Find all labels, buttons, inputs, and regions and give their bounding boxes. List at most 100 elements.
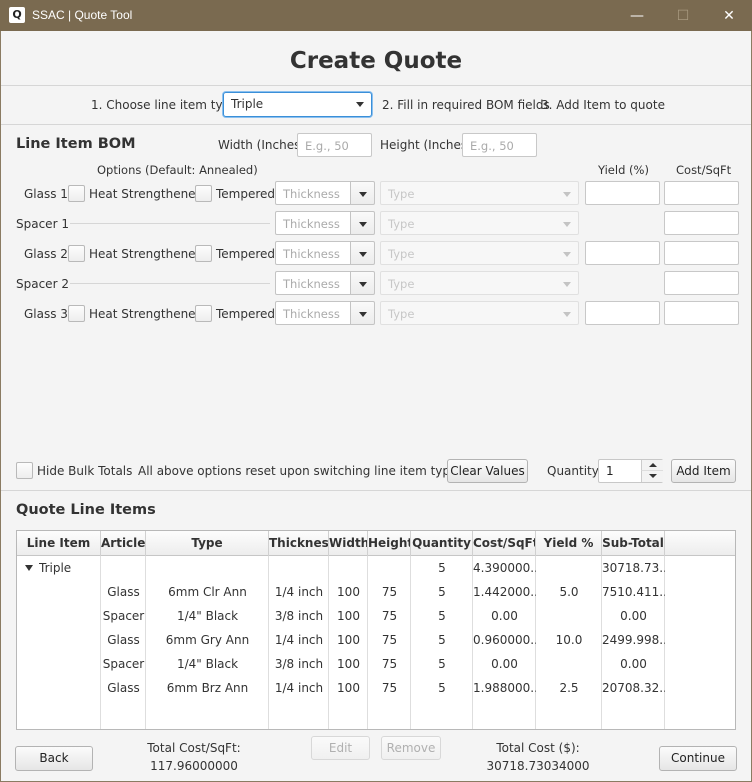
quantity-decrement-button[interactable] [641,471,663,482]
bom-row-label: Glass 3 [24,307,68,321]
table-cell: 5 [438,633,446,647]
column-header[interactable]: Sub-Total [602,531,665,556]
yield-input[interactable] [585,301,660,325]
table-cell: Spacer [102,657,145,671]
table-cell: 6mm Clr Ann [168,585,247,599]
chevron-down-icon [359,252,367,257]
thickness-dropdown-button[interactable] [351,241,375,265]
table-cell: Triple [39,561,72,575]
thickness-select[interactable]: Thickness [275,181,375,205]
thickness-select[interactable]: Thickness [275,241,375,265]
table-row[interactable]: Spacer 1/4" Black 3/8 inch 100 75 5 0.00 0.00 [17,604,735,628]
table-cell: 75 [381,657,398,671]
tempered-checkbox[interactable] [195,305,212,322]
table-cell [368,556,411,580]
type-select[interactable]: Type [380,211,579,235]
table-row[interactable]: Glass 6mm Gry Ann 1/4 inch 100 75 5 0.960000..… [17,628,735,652]
window-title: SSAC | Quote Tool [32,8,133,22]
width-input[interactable]: E.g., 50 [297,133,372,157]
height-input[interactable]: E.g., 50 [462,133,537,157]
column-header[interactable]: Line Item [17,531,101,556]
maximize-icon[interactable]: ☐ [660,4,706,28]
clear-values-button[interactable]: Clear Values [447,459,528,483]
table-cell [17,628,101,652]
column-header[interactable]: Width [329,531,368,556]
quote-title: Quote Line Items [16,502,156,518]
yield-input[interactable] [585,241,660,265]
column-header[interactable]: Height [368,531,411,556]
quantity-increment-button[interactable] [641,460,663,471]
type-select[interactable]: Type [380,301,579,325]
tempered-checkbox[interactable] [195,185,212,202]
chevron-down-icon [359,282,367,287]
column-header[interactable]: Cost/SqFt [473,531,536,556]
thickness-dropdown-button[interactable] [351,271,375,295]
thickness-dropdown-button[interactable] [351,301,375,325]
quantity-label: Quantity [547,464,599,478]
table-row[interactable]: Spacer 1/4" Black 3/8 inch 100 75 5 0.00 0.00 [17,652,735,676]
close-icon[interactable]: ✕ [706,4,752,28]
column-header[interactable]: Quantity [411,531,473,556]
disclosure-triangle-icon[interactable] [25,565,33,571]
tempered-label: Tempered [216,247,276,261]
options-label: Options (Default: Annealed) [97,163,258,177]
table-row[interactable]: Glass 6mm Clr Ann 1/4 inch 100 75 5 1.442000..… [17,580,735,604]
chevron-down-icon [356,102,364,107]
line-item-type-value: Triple [231,97,264,111]
thickness-select[interactable]: Thickness [275,211,375,235]
title-bar[interactable]: Q SSAC | Quote Tool — ☐ ✕ [0,0,752,31]
cost-sqft-input[interactable] [664,271,739,295]
table-row[interactable]: Glass 6mm Brz Ann 1/4 inch 100 75 5 1.988000..… [17,676,735,700]
continue-button[interactable]: Continue [659,746,737,771]
column-header[interactable]: Article [101,531,146,556]
cost-sqft-input[interactable] [664,241,739,265]
table-cell [536,652,602,676]
table-cell: 20708.32... [602,681,665,695]
add-item-button[interactable]: Add Item [671,459,736,483]
edit-button[interactable]: Edit [311,736,370,760]
minimize-icon[interactable]: — [614,4,660,28]
heat-strengthened-checkbox[interactable] [68,305,85,322]
chevron-down-icon [563,282,571,287]
heat-strengthened-checkbox[interactable] [68,245,85,262]
table-row[interactable]: Triple 5 4.390000... 30718.73... [17,556,735,580]
total-cost-value: 30718.73034000 [486,759,590,773]
table-cell: 6mm Brz Ann [166,681,249,695]
type-placeholder: Type [388,247,415,261]
back-button[interactable]: Back [15,746,93,771]
column-header[interactable]: Thickness [269,531,329,556]
table-cell: 100 [337,681,360,695]
remove-button[interactable]: Remove [381,736,441,760]
heat-strengthened-checkbox[interactable] [68,185,85,202]
yield-input[interactable] [585,181,660,205]
cost-sqft-input[interactable] [664,211,739,235]
tempered-checkbox[interactable] [195,245,212,262]
thickness-dropdown-button[interactable] [351,181,375,205]
quantity-stepper[interactable]: 1 [598,459,663,483]
table-cell: 3/8 inch [274,657,324,671]
column-header[interactable]: Yield % [536,531,602,556]
type-select[interactable]: Type [380,241,579,265]
table-cell: 100 [337,585,360,599]
table-cell: Glass [107,681,140,695]
cost-sqft-input[interactable] [664,301,739,325]
line-item-type-select[interactable]: Triple [223,92,372,117]
chevron-down-icon [563,192,571,197]
chevron-down-icon [563,312,571,317]
table-cell: 1.988000... [473,681,536,695]
quote-line-items-table[interactable]: Line ItemArticleTypeThicknessWidthHeight… [16,530,736,730]
type-placeholder: Type [388,217,415,231]
type-select[interactable]: Type [380,181,579,205]
divider [1,85,751,86]
heat-strengthened-label: Heat Strengthened [89,187,204,201]
thickness-placeholder: Thickness [283,217,340,231]
column-header[interactable]: Type [146,531,269,556]
table-cell: 5 [438,585,446,599]
thickness-select[interactable]: Thickness [275,271,375,295]
table-cell: 0.960000... [473,633,536,647]
hide-bulk-totals-checkbox[interactable] [16,462,33,479]
cost-sqft-input[interactable] [664,181,739,205]
thickness-select[interactable]: Thickness [275,301,375,325]
thickness-dropdown-button[interactable] [351,211,375,235]
type-select[interactable]: Type [380,271,579,295]
